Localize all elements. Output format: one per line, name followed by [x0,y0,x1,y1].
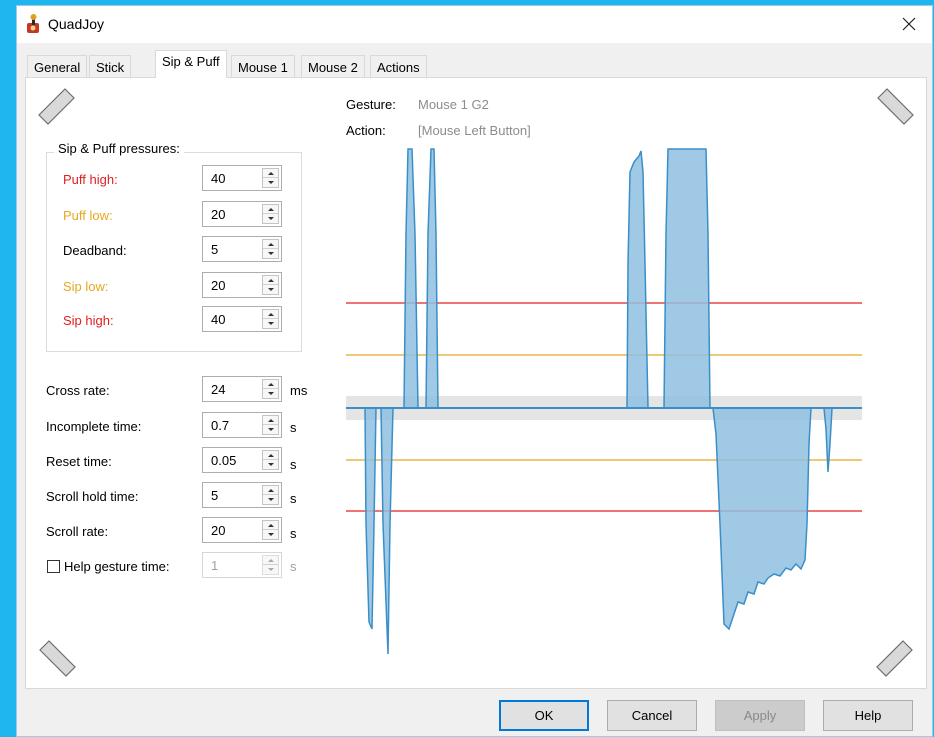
incomplete-time-unit: s [290,420,297,435]
title-bar[interactable]: QuadJoy [17,6,932,43]
tab-mouse-1[interactable]: Mouse 1 [231,55,295,78]
sip-high-value: 40 [211,312,226,327]
cross-rate-spinner[interactable]: 24 [202,376,282,402]
spin-up-icon[interactable] [263,240,278,249]
tab-sip-puff[interactable]: Sip & Puff [155,50,227,78]
spin-down-icon[interactable] [263,389,278,398]
help-button[interactable]: Help [823,700,913,731]
puff-high-label: Puff high: [63,172,118,187]
spin-down-icon[interactable] [263,319,278,328]
spin-down-icon[interactable] [263,214,278,223]
apply-button[interactable]: Apply [715,700,805,731]
rounded-corner-marker-icon [877,88,914,125]
reset-time-unit: s [290,457,297,472]
window-title: QuadJoy [48,16,105,32]
scroll-rate-spinner[interactable]: 20 [202,517,282,543]
tab-stick[interactable]: Stick [89,55,132,78]
puff-high-value: 40 [211,171,226,186]
puff-high-spinner[interactable]: 40 [202,165,282,191]
gesture-label: Gesture: [346,97,396,112]
sip-low-label: Sip low: [63,279,109,294]
cross-rate-value: 24 [211,382,226,397]
help-gesture-time-label[interactable]: Help gesture time: [64,559,170,574]
spin-up-icon[interactable] [263,310,278,319]
scroll-hold-time-label: Scroll hold time: [46,489,139,504]
sip-low-value: 20 [211,278,226,293]
scroll-rate-label: Scroll rate: [46,524,109,539]
deadband-label: Deadband: [63,243,127,258]
sip-high-label: Sip high: [63,313,114,328]
spin-down-icon[interactable] [263,530,278,539]
pressure-graph [346,148,862,655]
deadband-spinner[interactable]: 5 [202,236,282,262]
tab-bar: General Stick Sip & Puff Mouse 1 Mouse 2… [25,50,925,78]
help-gesture-time-checkbox[interactable] [47,560,60,573]
deadband-value: 5 [211,242,219,257]
spin-up-icon[interactable] [263,451,278,460]
incomplete-time-value: 0.7 [211,418,230,433]
tab-mouse-2[interactable]: Mouse 2 [301,55,365,78]
action-value: [Mouse Left Button] [418,123,531,138]
spin-up-icon[interactable] [263,416,278,425]
spin-down-icon[interactable] [263,565,278,574]
close-button[interactable] [886,6,932,43]
quadjoy-app-icon [27,14,39,33]
sip-high-spinner[interactable]: 40 [202,306,282,332]
puff-low-spinner[interactable]: 20 [202,201,282,227]
cancel-button[interactable]: Cancel [607,700,697,731]
sip-low-spinner[interactable]: 20 [202,272,282,298]
quadjoy-window: QuadJoy General Stick Sip & Puff Mouse 1… [16,5,933,737]
spin-down-icon[interactable] [263,460,278,469]
pressures-group-title: Sip & Puff pressures: [54,141,184,156]
spin-up-icon[interactable] [263,169,278,178]
help-gesture-time-unit: s [290,559,297,574]
gesture-value: Mouse 1 G2 [418,97,489,112]
incomplete-time-label: Incomplete time: [46,419,142,434]
reset-time-value: 0.05 [211,453,237,468]
spin-up-icon[interactable] [263,486,278,495]
puff-low-label: Puff low: [63,208,113,223]
tab-general[interactable]: General [27,55,88,78]
help-gesture-time-value: 1 [211,558,219,573]
close-icon [902,17,916,31]
spin-down-icon[interactable] [263,249,278,258]
cross-rate-unit: ms [290,383,308,398]
ok-button[interactable]: OK [499,700,589,731]
spin-down-icon[interactable] [263,495,278,504]
spin-up-icon[interactable] [263,556,278,565]
reset-time-label: Reset time: [46,454,112,469]
tab-actions[interactable]: Actions [370,55,427,78]
rounded-corner-marker-icon [39,640,76,677]
spin-up-icon[interactable] [263,380,278,389]
spin-down-icon[interactable] [263,178,278,187]
rounded-corner-marker-icon [38,88,75,125]
spin-up-icon[interactable] [263,521,278,530]
spin-down-icon[interactable] [263,425,278,434]
spin-up-icon[interactable] [263,276,278,285]
rounded-corner-marker-icon [876,640,913,677]
help-gesture-time-spinner[interactable]: 1 [202,552,282,578]
scroll-rate-value: 20 [211,523,226,538]
action-label: Action: [346,123,386,138]
reset-time-spinner[interactable]: 0.05 [202,447,282,473]
puff-low-value: 20 [211,207,226,222]
spin-down-icon[interactable] [263,285,278,294]
scroll-hold-time-unit: s [290,491,297,506]
scroll-rate-unit: s [290,526,297,541]
cross-rate-label: Cross rate: [46,383,110,398]
sip-puff-panel: Sip & Puff pressures: Puff high: 40 Puff… [25,77,927,689]
scroll-hold-time-value: 5 [211,488,219,503]
incomplete-time-spinner[interactable]: 0.7 [202,412,282,438]
spin-up-icon[interactable] [263,205,278,214]
scroll-hold-time-spinner[interactable]: 5 [202,482,282,508]
